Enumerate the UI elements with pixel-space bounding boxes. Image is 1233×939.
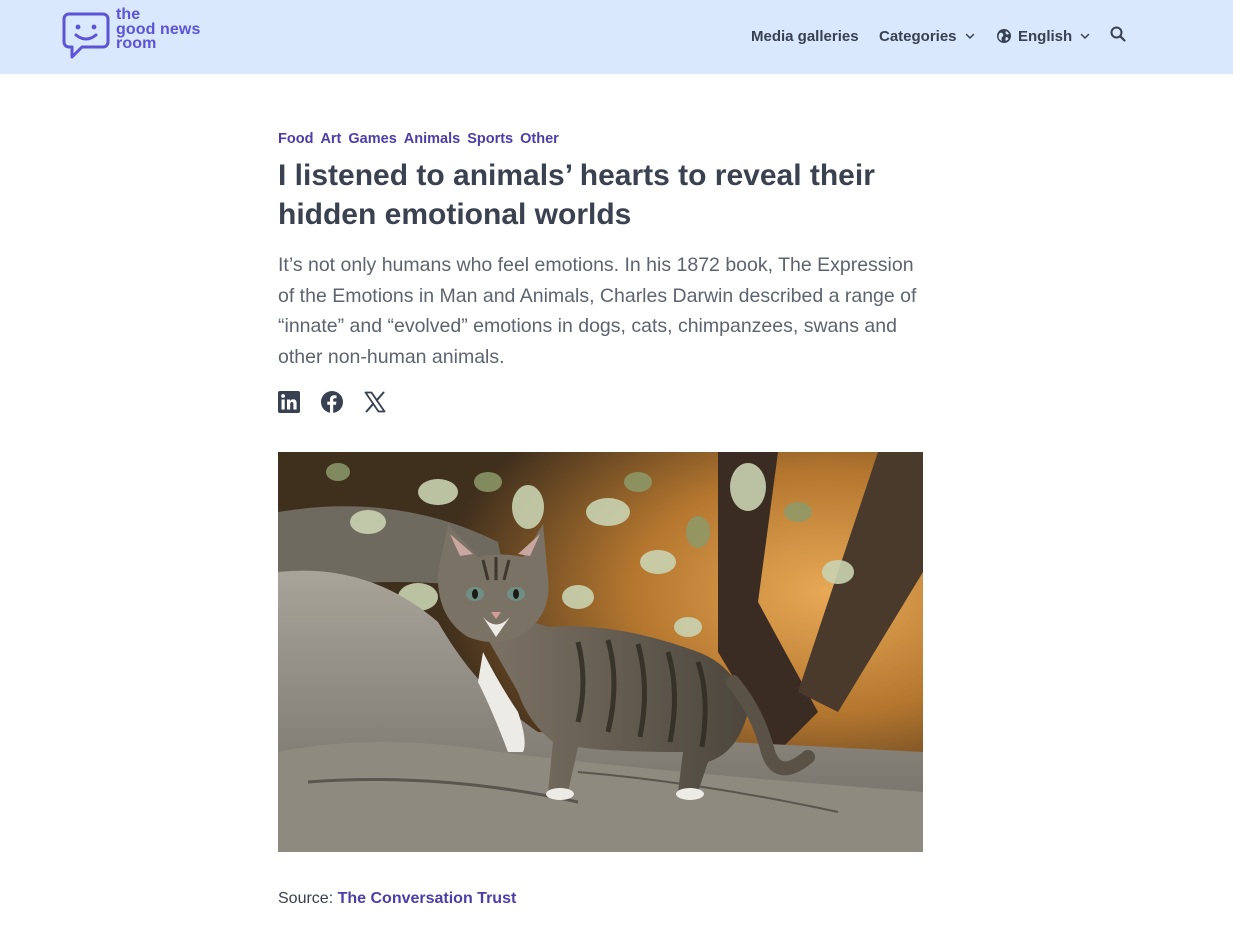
search-icon [1110, 26, 1126, 42]
facebook-icon[interactable] [321, 391, 343, 413]
language-label: English [1018, 27, 1073, 45]
linkedin-icon[interactable] [278, 391, 300, 413]
source-label: Source: [278, 890, 334, 907]
chevron-down-icon [965, 33, 974, 39]
globe-icon [997, 29, 1011, 43]
tag-sports[interactable]: Sports [467, 131, 513, 147]
tag-food[interactable]: Food [278, 131, 313, 147]
category-tags: Food Art Games Animals Sports Other [278, 131, 566, 147]
tag-animals[interactable]: Animals [404, 131, 460, 147]
nav-categories-dropdown[interactable]: Categories [879, 26, 975, 46]
article-title: I listened to animals’ hearts to reveal … [278, 159, 875, 231]
nav-media-galleries-label: Media galleries [751, 27, 859, 45]
nav-categories-label: Categories [879, 27, 957, 45]
x-icon[interactable] [364, 391, 386, 413]
tag-games[interactable]: Games [348, 131, 396, 147]
logo-line-3: room [116, 35, 157, 52]
site-logo[interactable]: the good news room [62, 7, 222, 62]
tag-other[interactable]: Other [520, 131, 559, 147]
hero-image [278, 452, 923, 852]
chevron-down-icon [1080, 33, 1090, 39]
article-lede: It’s not only humans who feel emotions. … [278, 254, 917, 368]
chat-smiley-icon [62, 12, 110, 59]
source-link[interactable]: The Conversation Trust [338, 890, 517, 907]
kitten-photo [278, 452, 923, 852]
logo-wordmark: the good news room [116, 7, 200, 52]
nav-media-galleries[interactable]: Media galleries [751, 26, 859, 46]
search-button[interactable] [1109, 25, 1127, 43]
language-selector[interactable]: English [996, 26, 1090, 46]
tag-art[interactable]: Art [320, 131, 341, 147]
site-header: the good news room Media galleries Categ… [0, 0, 1233, 74]
share-buttons [278, 391, 407, 413]
image-source: Source: The Conversation Trust [278, 890, 516, 908]
